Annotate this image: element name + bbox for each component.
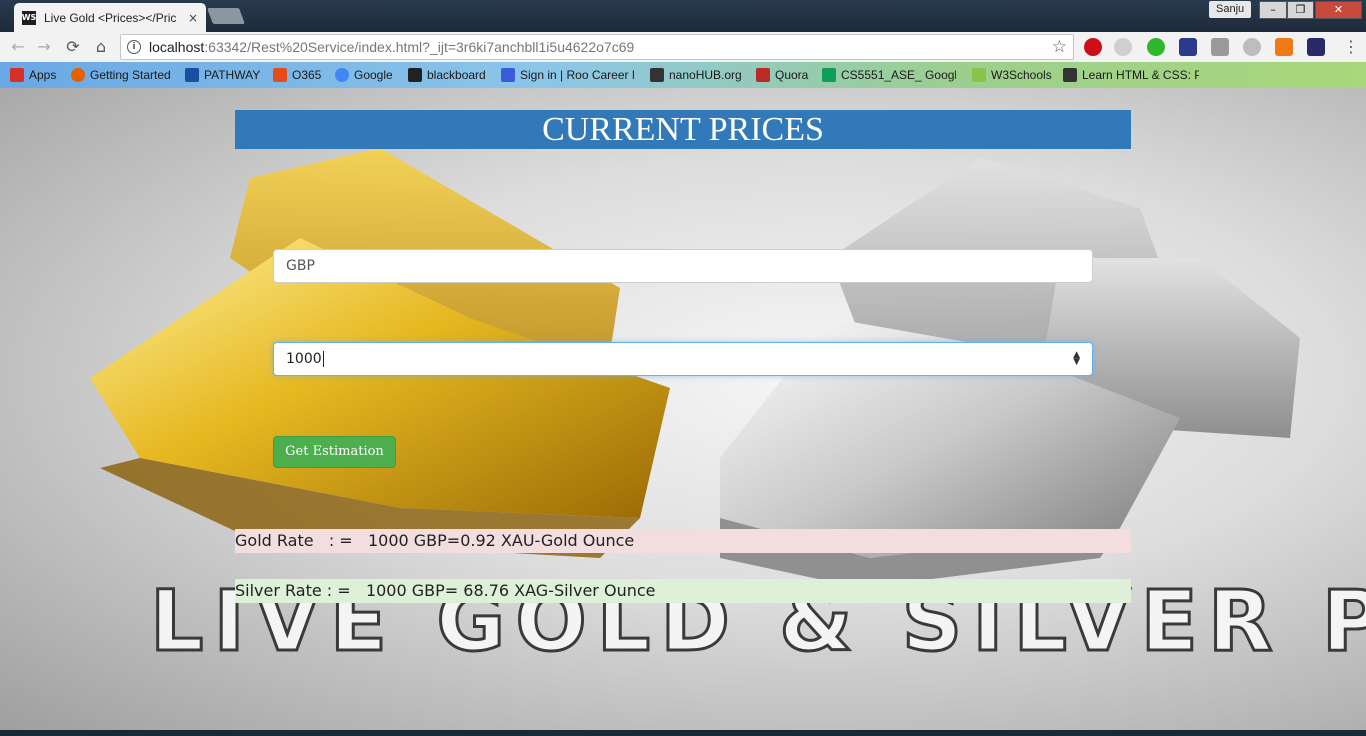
bookmark-label: Getting Started	[90, 68, 171, 82]
bookmark-label: Apps	[29, 68, 57, 82]
bookmark-item[interactable]: Google	[335, 62, 393, 88]
page-title: CURRENT PRICES	[235, 110, 1131, 149]
bookmark-label: Quora	[775, 68, 809, 82]
bookmark-label: O365	[292, 68, 322, 82]
bookmark-label: PATHWAY	[204, 68, 261, 82]
bookmark-item[interactable]: CS5551_ASE_ Google	[822, 62, 956, 88]
off-extension-icon[interactable]	[1275, 38, 1293, 56]
bookmark-label: Learn HTML & CSS: P	[1082, 68, 1199, 82]
opera-extension-icon[interactable]	[1084, 38, 1102, 56]
bookmark-item[interactable]: PATHWAY	[185, 62, 260, 88]
codecademy-icon	[1063, 68, 1077, 82]
maximize-button[interactable]: ❐	[1287, 1, 1314, 19]
gold-rate-result: Gold Rate : = 1000 GBP=0.92 XAU-Gold Oun…	[235, 529, 1131, 553]
bookmark-item[interactable]: Sign in | Roo Career N	[501, 62, 634, 88]
currency-input[interactable]: GBP	[273, 249, 1093, 283]
silver-rate-result: Silver Rate : = 1000 GBP= 68.76 XAG-Silv…	[235, 579, 1131, 603]
bookmark-item[interactable]: W3Schools	[972, 62, 1052, 88]
number-spinner[interactable]: ▲ ▼	[1073, 351, 1080, 367]
tab-title: Live Gold <Prices></Pric	[44, 10, 177, 25]
address-bar[interactable]: i localhost:63342/Rest%20Service/index.h…	[120, 34, 1074, 60]
pathway-icon	[185, 68, 199, 82]
page-content: LIVE GOLD & SILVER PRICE CURRENT PRICES …	[0, 88, 1366, 730]
bookmark-label: CS5551_ASE_ Google	[841, 68, 956, 82]
browser-tab[interactable]: WS Live Gold <Prices></Pric ×	[14, 3, 206, 32]
bookmark-label: W3Schools	[991, 68, 1052, 82]
office-icon	[273, 68, 287, 82]
bookmark-label: Google	[354, 68, 393, 82]
chart-extension-icon[interactable]	[1307, 38, 1325, 56]
home-icon[interactable]: ⌂	[91, 37, 111, 57]
bookmark-item[interactable]: blackboard	[408, 62, 486, 88]
quora-icon	[756, 68, 770, 82]
text-caret	[322, 351, 324, 367]
title-bar: WS Live Gold <Prices></Pric × Sanju – ❐ …	[0, 0, 1366, 32]
firefox-icon	[71, 68, 85, 82]
blackboard-icon	[408, 68, 422, 82]
amount-input[interactable]: 1000 ▲ ▼	[273, 342, 1093, 376]
bookmark-item[interactable]: Learn HTML & CSS: P	[1063, 62, 1199, 88]
nanohub-icon	[650, 68, 664, 82]
bookmark-label: Sign in | Roo Career N	[520, 68, 634, 82]
site-info-icon[interactable]: i	[127, 40, 141, 54]
bookmark-item[interactable]: Apps	[10, 62, 56, 88]
w3schools-icon	[972, 68, 986, 82]
compass-extension-icon[interactable]	[1243, 38, 1261, 56]
bookmarks-bar: Apps Getting Started PATHWAY O365 Google…	[0, 62, 1366, 88]
check-extension-icon[interactable]	[1147, 38, 1165, 56]
zotero-extension-icon[interactable]	[1179, 38, 1197, 56]
bookmark-star-icon[interactable]: ☆	[1052, 37, 1067, 57]
layers-extension-icon[interactable]	[1211, 38, 1229, 56]
bookmark-item[interactable]: nanoHUB.org	[650, 62, 742, 88]
get-estimation-button[interactable]: Get Estimation	[273, 436, 396, 468]
browser-menu-icon[interactable]: ⋮	[1343, 37, 1359, 57]
sheets-icon	[822, 68, 836, 82]
url-host: localhost	[149, 39, 205, 55]
reload-icon[interactable]: ⟳	[63, 37, 83, 57]
back-icon[interactable]: ←	[8, 37, 28, 57]
bookmark-label: blackboard	[427, 68, 486, 82]
close-window-button[interactable]: ✕	[1315, 1, 1362, 19]
google-icon	[335, 68, 349, 82]
amount-value: 1000	[286, 351, 322, 367]
url-path: :63342/Rest%20Service/index.html?_ijt=3r…	[204, 39, 635, 55]
profile-button[interactable]: Sanju	[1209, 1, 1252, 18]
new-tab-button[interactable]	[207, 8, 245, 24]
spinner-down-icon[interactable]: ▼	[1073, 357, 1080, 367]
bookmark-item[interactable]: O365	[273, 62, 321, 88]
info-extension-icon[interactable]	[1114, 38, 1132, 56]
windows-taskbar	[0, 730, 1366, 736]
minimize-button[interactable]: –	[1259, 1, 1287, 19]
bookmark-item[interactable]: Quora	[756, 62, 808, 88]
currency-value: GBP	[286, 258, 315, 274]
tab-close-icon[interactable]: ×	[188, 11, 198, 25]
webstorm-icon: WS	[22, 10, 36, 25]
browser-toolbar: ← → ⟳ ⌂ i localhost:63342/Rest%20Service…	[0, 32, 1366, 62]
roo-icon	[501, 68, 515, 82]
bookmark-item[interactable]: Getting Started	[71, 62, 171, 88]
bookmark-label: nanoHUB.org	[669, 68, 742, 82]
url-text[interactable]: localhost:63342/Rest%20Service/index.htm…	[149, 39, 634, 55]
apps-icon	[10, 68, 24, 82]
forward-icon[interactable]: →	[34, 37, 54, 57]
